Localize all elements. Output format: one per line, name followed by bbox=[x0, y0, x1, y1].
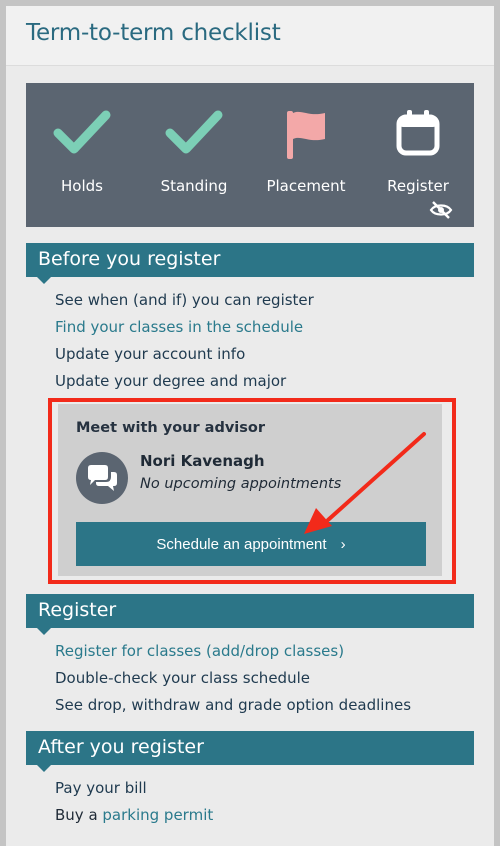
link-parking-permit[interactable]: parking permit bbox=[102, 806, 213, 824]
link-deadlines[interactable]: See drop, withdraw and grade option dead… bbox=[55, 696, 411, 714]
link-pay-bill[interactable]: Pay your bill bbox=[55, 779, 147, 797]
section-after-register: After you register bbox=[26, 731, 474, 772]
annotation-arrow bbox=[304, 432, 426, 534]
parking-prefix: Buy a bbox=[55, 806, 103, 824]
parking-row: Buy a parking permit bbox=[55, 806, 213, 824]
section-title: Register bbox=[38, 599, 117, 621]
section-title: After you register bbox=[38, 736, 204, 758]
checklist-panel: Term-to-term checklist Holds Standing Pl… bbox=[6, 6, 494, 846]
link-register-classes[interactable]: Register for classes (add/drop classes) bbox=[55, 642, 344, 660]
link-check-schedule[interactable]: Double-check your class schedule bbox=[55, 669, 310, 687]
section-register: Register bbox=[26, 594, 474, 635]
